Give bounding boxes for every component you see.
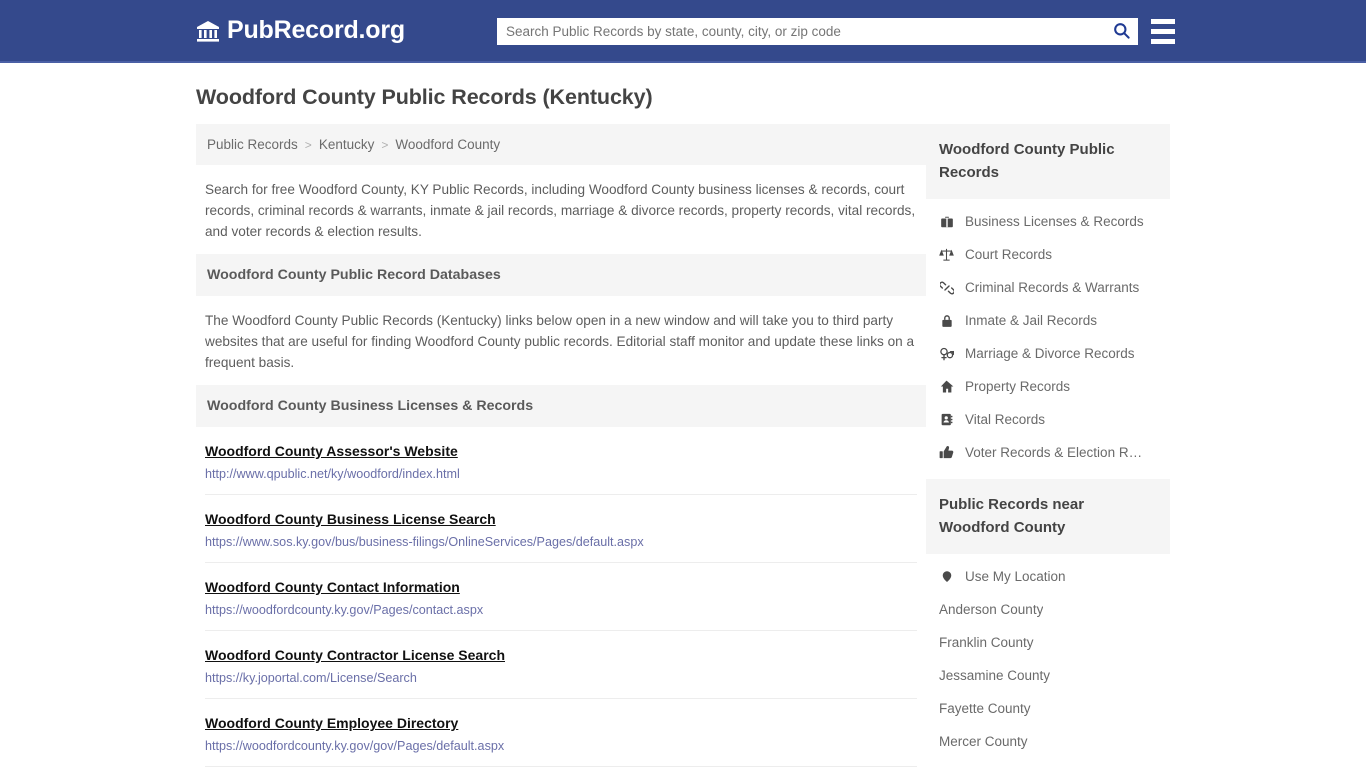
sidebar-item-label: Vital Records xyxy=(965,412,1046,427)
nearby-panel-items: Use My Location Anderson County Franklin… xyxy=(926,554,1170,758)
main-column: Public Records > Kentucky > Woodford Cou… xyxy=(196,124,926,768)
records-panel: Woodford County Public Records Business … xyxy=(926,124,1170,469)
sidebar-item-label: Criminal Records & Warrants xyxy=(965,280,1140,295)
list-item: Woodford County Business License Search … xyxy=(205,495,917,563)
sidebar-item-marriage-divorce-records[interactable]: Marriage & Divorce Records xyxy=(926,337,1170,370)
sidebar-item-label: Franklin County xyxy=(939,635,1034,650)
sidebar-item-label: Property Records xyxy=(965,379,1071,394)
records-panel-items: Business Licenses & Records Court Record… xyxy=(926,199,1170,469)
sidebar-item-court-records[interactable]: Court Records xyxy=(926,238,1170,271)
record-link-title[interactable]: Woodford County Assessor's Website xyxy=(205,443,458,459)
scales-of-justice-icon xyxy=(939,247,954,262)
sidebar-item-anderson-county[interactable]: Anderson County xyxy=(926,593,1170,626)
hamburger-bar xyxy=(1151,39,1175,44)
page-title: Woodford County Public Records (Kentucky… xyxy=(196,85,653,109)
record-link-title[interactable]: Woodford County Business License Search xyxy=(205,511,496,527)
sidebar-item-property-records[interactable]: Property Records xyxy=(926,370,1170,403)
breadcrumb: Public Records > Kentucky > Woodford Cou… xyxy=(196,124,926,165)
sidebar-item-label: Inmate & Jail Records xyxy=(965,313,1098,328)
business-section-heading: Woodford County Business Licenses & Reco… xyxy=(196,385,926,427)
record-link-url[interactable]: http://www.qpublic.net/ky/woodford/index… xyxy=(205,467,917,481)
databases-section-heading: Woodford County Public Record Databases xyxy=(196,254,926,296)
search-button[interactable] xyxy=(1104,18,1138,45)
venus-mars-icon xyxy=(939,346,954,361)
sidebar-item-label: Fayette County xyxy=(939,701,1031,716)
briefcase-icon xyxy=(939,214,954,229)
sidebar-item-franklin-county[interactable]: Franklin County xyxy=(926,626,1170,659)
site-header: PubRecord.org xyxy=(0,0,1366,63)
sidebar-item-vital-records[interactable]: Vital Records xyxy=(926,403,1170,436)
sidebar-item-fayette-county[interactable]: Fayette County xyxy=(926,692,1170,725)
site-logo[interactable]: PubRecord.org xyxy=(196,16,405,45)
sidebar-item-label: Marriage & Divorce Records xyxy=(965,346,1135,361)
sidebar-item-label: Use My Location xyxy=(965,569,1066,584)
breadcrumb-item-kentucky[interactable]: Kentucky xyxy=(319,137,375,152)
record-link-url[interactable]: https://ky.joportal.com/License/Search xyxy=(205,671,917,685)
list-item: Woodford County Employee Directory https… xyxy=(205,699,917,767)
breadcrumb-separator: > xyxy=(381,137,389,152)
record-link-title[interactable]: Woodford County Employee Directory xyxy=(205,715,458,731)
intro-paragraph: Search for free Woodford County, KY Publ… xyxy=(205,182,916,239)
bank-icon xyxy=(196,19,220,43)
sidebar-item-criminal-records[interactable]: Criminal Records & Warrants xyxy=(926,271,1170,304)
sidebar-item-use-my-location[interactable]: Use My Location xyxy=(926,560,1170,593)
sidebar-item-label: Voter Records & Election R… xyxy=(965,445,1143,460)
thumbs-up-icon xyxy=(939,445,954,460)
nearby-panel-heading: Public Records near Woodford County xyxy=(926,479,1170,554)
sidebar-item-label: Business Licenses & Records xyxy=(965,214,1144,229)
sidebar-item-inmate-jail-records[interactable]: Inmate & Jail Records xyxy=(926,304,1170,337)
address-book-icon xyxy=(939,412,954,427)
hamburger-bar xyxy=(1151,19,1175,24)
sidebar-item-label: Jessamine County xyxy=(939,668,1051,683)
list-item: Woodford County Contact Information http… xyxy=(205,563,917,631)
sidebar-item-voter-records[interactable]: Voter Records & Election R… xyxy=(926,436,1170,469)
hamburger-bar xyxy=(1151,29,1175,34)
map-pin-icon xyxy=(939,569,954,584)
records-panel-heading: Woodford County Public Records xyxy=(926,124,1170,199)
lock-icon xyxy=(939,313,954,328)
site-logo-text: PubRecord.org xyxy=(227,16,405,44)
record-link-title[interactable]: Woodford County Contact Information xyxy=(205,579,460,595)
sidebar-item-mercer-county[interactable]: Mercer County xyxy=(926,725,1170,758)
sidebar-item-jessamine-county[interactable]: Jessamine County xyxy=(926,659,1170,692)
breadcrumb-item-woodford-county[interactable]: Woodford County xyxy=(395,137,500,152)
content-columns: Public Records > Kentucky > Woodford Cou… xyxy=(196,124,1170,768)
record-link-title[interactable]: Woodford County Contractor License Searc… xyxy=(205,647,505,663)
sidebar-item-label: Mercer County xyxy=(939,734,1028,749)
search-input[interactable] xyxy=(497,18,1104,45)
search-bar[interactable] xyxy=(497,18,1138,45)
page-container: Woodford County Public Records (Kentucky… xyxy=(0,63,1366,768)
business-link-list: Woodford County Assessor's Website http:… xyxy=(196,427,926,768)
list-item: Woodford County Assessor's Website http:… xyxy=(205,427,917,495)
home-icon xyxy=(939,379,954,394)
breadcrumb-item-public-records[interactable]: Public Records xyxy=(207,137,298,152)
hamburger-menu-icon[interactable] xyxy=(1151,19,1175,44)
sidebar-item-business-licenses[interactable]: Business Licenses & Records xyxy=(926,205,1170,238)
breadcrumb-separator: > xyxy=(304,137,312,152)
sidebar-item-label: Anderson County xyxy=(939,602,1044,617)
record-link-url[interactable]: https://woodfordcounty.ky.gov/Pages/cont… xyxy=(205,603,917,617)
sidebar-item-label: Court Records xyxy=(965,247,1053,262)
sidebar: Woodford County Public Records Business … xyxy=(926,124,1170,768)
record-link-url[interactable]: https://woodfordcounty.ky.gov/gov/Pages/… xyxy=(205,739,917,753)
search-icon xyxy=(1112,21,1131,43)
databases-description: The Woodford County Public Records (Kent… xyxy=(205,313,915,370)
nearby-panel: Public Records near Woodford County Use … xyxy=(926,479,1170,758)
handcuffs-icon xyxy=(939,280,954,295)
list-item: Woodford County Contractor License Searc… xyxy=(205,631,917,699)
record-link-url[interactable]: https://www.sos.ky.gov/bus/business-fili… xyxy=(205,535,917,549)
